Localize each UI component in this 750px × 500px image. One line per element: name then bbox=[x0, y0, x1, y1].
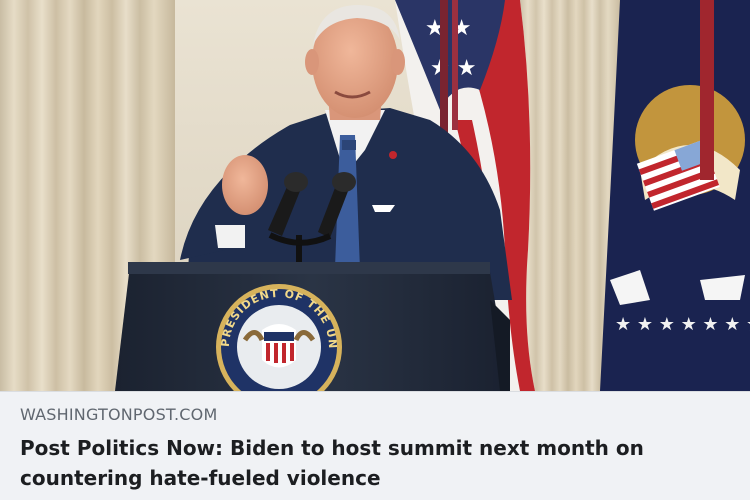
article-headline[interactable]: Post Politics Now: Biden to host summit … bbox=[20, 433, 720, 493]
source-domain: WASHINGTONPOST.COM bbox=[20, 405, 218, 424]
presidential-flag: ★ ★ ★ ★ ★ ★ ★ bbox=[600, 0, 750, 391]
link-caption[interactable]: WASHINGTONPOST.COM Post Politics Now: Bi… bbox=[0, 391, 750, 500]
link-preview-card[interactable]: ★ ★ ★ ★ ★ ★ ★ ★ ★ ★ ★ PRESIDENT OF THE U… bbox=[0, 0, 750, 500]
article-photo[interactable]: ★ ★ ★ ★ ★ ★ ★ ★ ★ ★ ★ PRESIDENT OF THE U… bbox=[0, 0, 750, 391]
svg-text:★ ★: ★ ★ bbox=[425, 16, 471, 41]
svg-text:★ ★ ★ ★ ★ ★ ★: ★ ★ ★ ★ ★ ★ ★ bbox=[615, 314, 750, 335]
